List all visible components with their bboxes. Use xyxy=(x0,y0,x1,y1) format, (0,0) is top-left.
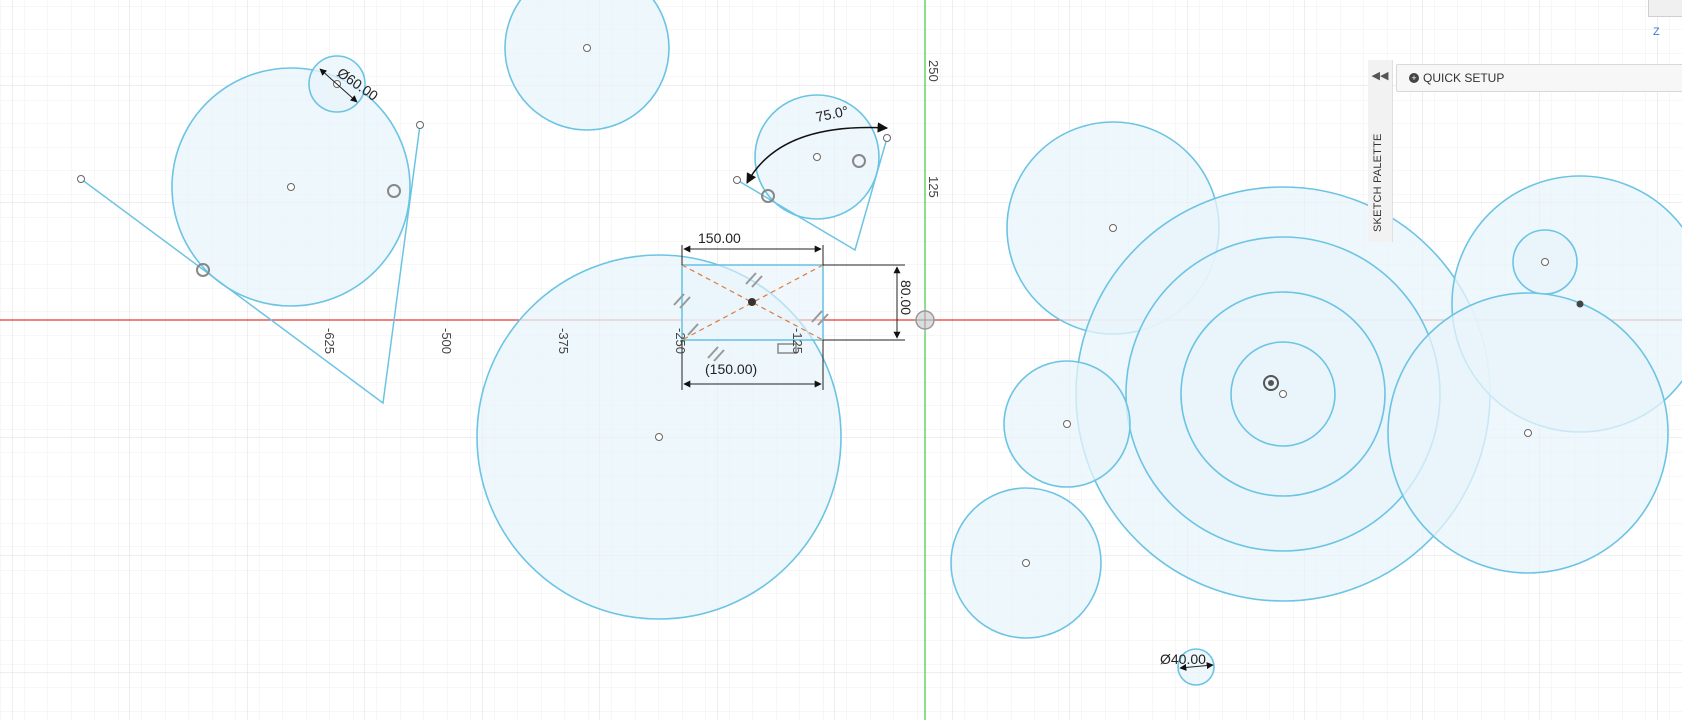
sketch-point-filled[interactable] xyxy=(1576,300,1584,308)
axis-label-y: 250 xyxy=(926,60,941,82)
concentric-constraint-icon-dot xyxy=(1268,380,1274,386)
sketch-point[interactable] xyxy=(883,134,891,142)
center-point[interactable] xyxy=(1279,390,1287,398)
axis-label-y: 125 xyxy=(926,176,941,198)
plus-circle-icon: + xyxy=(1409,73,1419,83)
center-point[interactable] xyxy=(583,44,591,52)
sketch-point[interactable] xyxy=(733,176,741,184)
center-point[interactable] xyxy=(655,433,663,441)
center-point[interactable] xyxy=(1109,224,1117,232)
axis-label-x: -625 xyxy=(322,328,337,354)
axis-label-x: -125 xyxy=(790,328,805,354)
sketch-palette-title: SKETCH PALETTE xyxy=(1372,133,1384,232)
axis-label-x: -500 xyxy=(439,328,454,354)
dim-text-diameter-bottom[interactable]: Ø40.00 xyxy=(1160,651,1206,667)
center-point[interactable] xyxy=(813,153,821,161)
dim-text-rect-width-ref[interactable]: (150.00) xyxy=(705,361,757,377)
center-point[interactable] xyxy=(1541,258,1549,266)
axis-label-x: -375 xyxy=(556,328,571,354)
center-point[interactable] xyxy=(1524,429,1532,437)
double-chevron-left-icon[interactable]: ◀◀ xyxy=(1368,64,1392,88)
sketch-point[interactable] xyxy=(416,121,424,129)
quick-setup-label: QUICK SETUP xyxy=(1423,71,1505,85)
quick-setup-button[interactable]: + QUICK SETUP xyxy=(1396,64,1682,92)
sketch-point[interactable] xyxy=(77,175,85,183)
axis-label-x: -250 xyxy=(673,328,688,354)
dim-text-rect-width[interactable]: 150.00 xyxy=(698,230,741,246)
center-point[interactable] xyxy=(287,183,295,191)
center-point[interactable] xyxy=(1063,420,1071,428)
rectangle-center-point[interactable] xyxy=(748,298,756,306)
dim-text-rect-height[interactable]: 80.00 xyxy=(898,280,914,315)
center-point[interactable] xyxy=(1022,559,1030,567)
z-axis-indicator: Z xyxy=(1653,26,1660,38)
viewcube[interactable] xyxy=(1648,0,1682,17)
sketch-canvas[interactable]: 150.00 80.00 (150.00) Ø60.00 75.0° Ø40.0… xyxy=(0,0,1682,720)
